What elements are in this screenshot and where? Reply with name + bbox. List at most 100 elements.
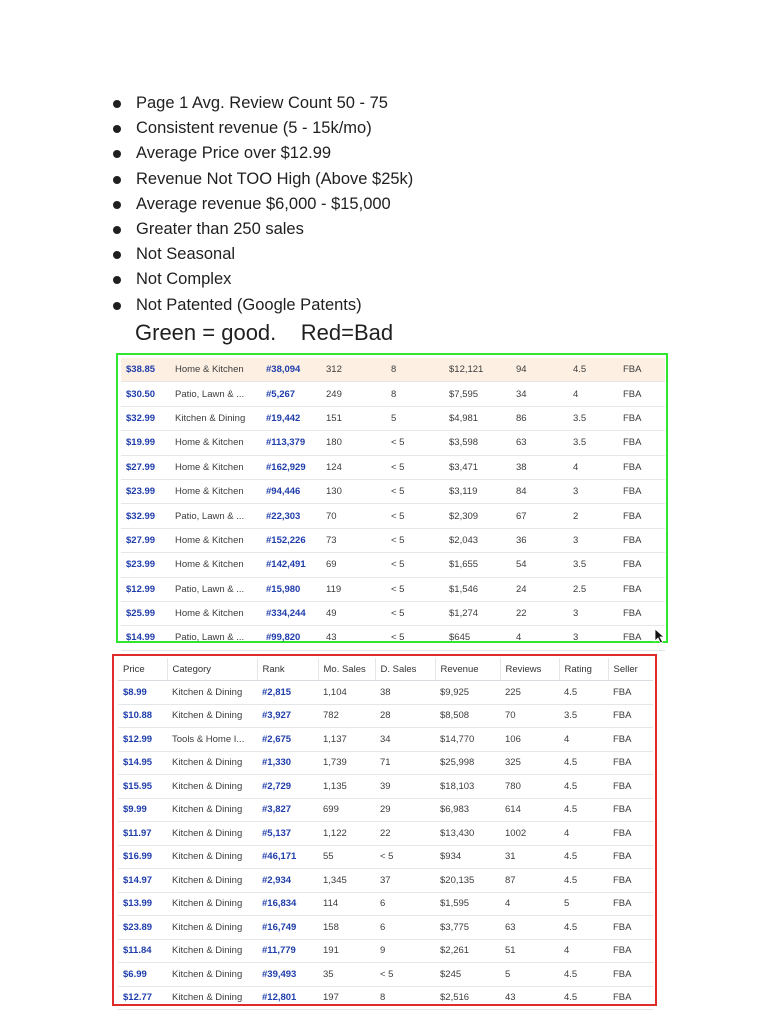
column-header-mo-sales: Mo. Sales <box>318 658 376 681</box>
mo-sales-cell: 114 <box>318 892 375 916</box>
rating-cell: 4.5 <box>559 962 608 987</box>
revenue-cell: $245 <box>435 962 500 987</box>
criteria-item: Average revenue $6,000 - $15,000 <box>110 194 413 219</box>
seller-cell: FBA <box>618 406 665 432</box>
mo-sales-cell: 197 <box>318 986 375 1010</box>
table-row: $16.99 Kitchen & Dining #46,171 55 < 5 $934 31… <box>118 845 653 869</box>
reviews-cell: 38 <box>511 455 568 480</box>
reviews-cell: 34 <box>511 381 568 407</box>
column-header-category: Category <box>167 658 258 681</box>
legend-bad: Red=Bad <box>300 320 394 345</box>
table-row: $32.99 Patio, Lawn & ... #22,303 70 < 5 $2,30… <box>121 503 665 529</box>
d-sales-cell: 39 <box>375 774 435 799</box>
mo-sales-cell: 1,345 <box>318 868 375 893</box>
reviews-cell: 87 <box>500 868 559 893</box>
table-row: $12.99 Patio, Lawn & ... #15,980 119 < 5 $1,5… <box>121 577 665 602</box>
d-sales-cell: 28 <box>375 704 435 728</box>
price-cell: $15.95 <box>118 774 167 799</box>
rating-cell: 5 <box>559 892 608 916</box>
table-row: $12.99 Tools & Home I... #2,675 1,137 34 $14,… <box>118 727 653 752</box>
category-cell: Home & Kitchen <box>170 552 261 578</box>
seller-cell: FBA <box>608 915 653 940</box>
d-sales-cell: < 5 <box>386 577 444 602</box>
seller-cell: FBA <box>618 358 665 383</box>
criteria-text: Average revenue $6,000 - $15,000 <box>136 194 391 213</box>
good-products-table: $38.85 Home & Kitchen #38,094 312 8 $12,121 94… <box>121 358 665 651</box>
price-cell: $10.88 <box>118 704 167 728</box>
table-row: $14.99 Patio, Lawn & ... #99,820 43 < 5 $645 4… <box>121 625 665 651</box>
reviews-cell: 614 <box>500 798 559 822</box>
seller-cell: FBA <box>618 577 665 602</box>
price-cell: $8.99 <box>118 680 167 705</box>
rank-cell: #142,491 <box>261 552 321 578</box>
price-cell: $11.97 <box>118 821 167 846</box>
rating-cell: 4.5 <box>559 868 608 893</box>
table-row: $11.97 Kitchen & Dining #5,137 1,122 22 $13,4… <box>118 821 653 846</box>
d-sales-cell: < 5 <box>386 503 444 529</box>
seller-cell: FBA <box>618 479 665 505</box>
reviews-cell: 70 <box>500 704 559 728</box>
reviews-cell: 1002 <box>500 821 559 846</box>
rank-cell: #3,927 <box>257 704 318 728</box>
category-cell: Kitchen & Dining <box>167 892 257 916</box>
bad-products-table: Price Category Rank Mo. Sales D. Sales Revenu… <box>118 658 653 1010</box>
criteria-text: Average Price over $12.99 <box>136 144 332 163</box>
price-cell: $14.99 <box>121 625 170 651</box>
revenue-cell: $14,770 <box>435 727 500 752</box>
d-sales-cell: < 5 <box>386 455 444 480</box>
category-cell: Kitchen & Dining <box>167 774 257 799</box>
seller-cell: FBA <box>608 751 653 775</box>
price-cell: $23.99 <box>121 552 170 578</box>
table-row: $32.99 Kitchen & Dining #19,442 151 5 $4,981 8… <box>121 406 665 432</box>
revenue-cell: $2,516 <box>435 986 500 1010</box>
column-header-d-sales: D. Sales <box>375 658 436 681</box>
criteria-text: Not Complex <box>136 270 232 289</box>
d-sales-cell: 71 <box>375 751 435 775</box>
table-row: $13.99 Kitchen & Dining #16,834 114 6 $1,595 4… <box>118 892 653 916</box>
price-cell: $12.77 <box>118 986 167 1010</box>
bullet-icon <box>113 175 121 184</box>
revenue-cell: $8,508 <box>435 704 500 728</box>
criteria-item: Not Patented (Google Patents) <box>110 295 413 320</box>
table-header-row: Price Category Rank Mo. Sales D. Sales Revenu… <box>118 658 653 681</box>
d-sales-cell: 5 <box>386 406 444 432</box>
mo-sales-cell: 158 <box>318 915 375 940</box>
reviews-cell: 780 <box>500 774 559 799</box>
price-cell: $38.85 <box>121 358 170 383</box>
price-cell: $23.99 <box>121 479 170 505</box>
mo-sales-cell: 312 <box>321 358 386 383</box>
category-cell: Kitchen & Dining <box>167 704 257 728</box>
criteria-text: Revenue Not TOO High (Above $25k) <box>136 169 414 188</box>
category-cell: Kitchen & Dining <box>167 962 257 987</box>
d-sales-cell: 8 <box>386 358 444 383</box>
rating-cell: 3 <box>568 528 618 554</box>
table-row: $6.99 Kitchen & Dining #39,493 35 < 5 $245 5 4.… <box>118 962 653 987</box>
criteria-item: Revenue Not TOO High (Above $25k) <box>110 169 413 194</box>
mo-sales-cell: 249 <box>321 381 386 407</box>
revenue-cell: $3,471 <box>444 455 511 480</box>
rank-cell: #46,171 <box>257 845 318 869</box>
criteria-text: Not Patented (Google Patents) <box>136 295 362 314</box>
rank-cell: #3,827 <box>257 798 318 822</box>
price-cell: $13.99 <box>118 892 167 916</box>
criteria-text: Page 1 Avg. Review Count 50 - 75 <box>136 94 388 112</box>
reviews-cell: 106 <box>500 727 559 752</box>
seller-cell: FBA <box>618 430 665 456</box>
table-row: $10.88 Kitchen & Dining #3,927 782 28 $8,508 7… <box>118 704 653 728</box>
revenue-cell: $18,103 <box>435 774 500 799</box>
rank-cell: #94,446 <box>261 479 321 505</box>
column-header-seller: Seller <box>608 658 653 681</box>
d-sales-cell: < 5 <box>386 528 444 554</box>
d-sales-cell: 9 <box>375 939 435 963</box>
d-sales-cell: 37 <box>375 868 435 893</box>
rating-cell: 3 <box>568 601 618 627</box>
table-row: $23.99 Home & Kitchen #142,491 69 < 5 $1,655 5… <box>121 552 665 578</box>
mo-sales-cell: 1,135 <box>318 774 375 799</box>
price-cell: $9.99 <box>118 798 167 822</box>
rating-cell: 2 <box>568 503 618 529</box>
category-cell: Kitchen & Dining <box>167 915 257 940</box>
rating-cell: 4 <box>568 381 618 407</box>
revenue-cell: $20,135 <box>435 868 500 893</box>
column-header-price: Price <box>118 658 168 681</box>
category-cell: Home & Kitchen <box>170 528 261 554</box>
